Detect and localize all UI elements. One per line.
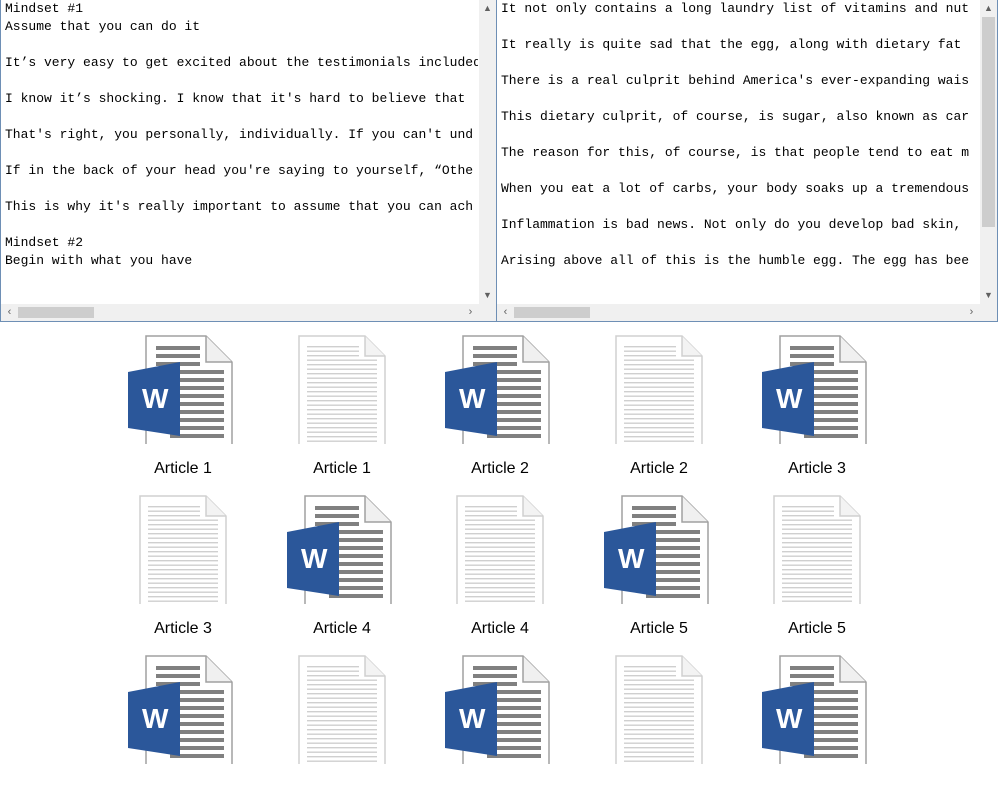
text-line bbox=[5, 216, 478, 234]
right-notepad-window[interactable]: It not only contains a long laundry list… bbox=[497, 0, 998, 322]
file-name-label: Article 3 bbox=[788, 460, 846, 477]
text-line bbox=[501, 54, 979, 72]
file-name-label: Article 5 bbox=[788, 620, 846, 637]
word-document-file[interactable]: W bbox=[118, 644, 248, 794]
text-line: The reason for this, of course, is that … bbox=[501, 145, 970, 160]
scroll-up-icon[interactable]: ▲ bbox=[980, 0, 997, 17]
text-line: Begin with what you have bbox=[5, 253, 193, 268]
text-line bbox=[5, 108, 478, 126]
file-explorer-view[interactable]: W Article 1 Article 1 W Article 2 Article 2 W A… bbox=[0, 322, 998, 764]
text-document-file[interactable]: Article 2 bbox=[594, 324, 724, 477]
text-line bbox=[5, 36, 478, 54]
text-line: Mindset #2 bbox=[5, 235, 84, 250]
scroll-right-icon[interactable]: › bbox=[462, 304, 479, 321]
text-line: This is why it's really important to ass… bbox=[5, 199, 474, 214]
text-line: Inflammation is bad news. Not only do yo… bbox=[501, 217, 962, 232]
text-line bbox=[501, 162, 979, 180]
text-line: Arising above all of this is the humble … bbox=[501, 253, 970, 268]
scroll-right-icon[interactable]: › bbox=[963, 304, 980, 321]
word-document-file[interactable]: W Article 1 bbox=[118, 324, 248, 477]
text-line bbox=[5, 180, 478, 198]
scroll-down-icon[interactable]: ▼ bbox=[980, 287, 997, 304]
word-badge-letter: W bbox=[618, 543, 645, 574]
file-name-label: Article 4 bbox=[471, 620, 529, 637]
scroll-up-icon[interactable]: ▲ bbox=[479, 0, 496, 17]
left-notepad-text[interactable]: Mindset #1 Assume that you can do it It’s … bbox=[5, 0, 478, 303]
text-line: If in the back of your head you're sayin… bbox=[5, 163, 474, 178]
left-horizontal-scrollbar[interactable]: ‹ › bbox=[1, 304, 479, 321]
word-badge-letter: W bbox=[301, 543, 328, 574]
text-document-file[interactable]: Article 4 bbox=[435, 484, 565, 637]
file-name-label: Article 4 bbox=[313, 620, 371, 637]
text-line: It not only contains a long laundry list… bbox=[501, 1, 970, 16]
right-vertical-scrollbar[interactable]: ▲ ▼ bbox=[980, 0, 997, 304]
scroll-left-icon[interactable]: ‹ bbox=[497, 304, 514, 321]
file-name-label: Article 1 bbox=[313, 460, 371, 477]
text-line bbox=[501, 90, 979, 108]
text-line bbox=[5, 144, 478, 162]
word-badge-letter: W bbox=[142, 383, 169, 414]
text-document-file[interactable]: Article 3 bbox=[118, 484, 248, 637]
text-line bbox=[501, 18, 979, 36]
text-document-file[interactable] bbox=[594, 644, 724, 794]
scroll-left-icon[interactable]: ‹ bbox=[1, 304, 18, 321]
word-badge-letter: W bbox=[776, 703, 803, 734]
word-document-file[interactable]: W Article 5 bbox=[594, 484, 724, 637]
file-name-label: Article 1 bbox=[154, 460, 212, 477]
file-name-label: Article 2 bbox=[471, 460, 529, 477]
word-badge-letter: W bbox=[459, 383, 486, 414]
text-line: When you eat a lot of carbs, your body s… bbox=[501, 181, 970, 196]
word-badge-letter: W bbox=[142, 703, 169, 734]
word-document-file[interactable]: W Article 4 bbox=[277, 484, 407, 637]
text-line: Mindset #1 bbox=[5, 1, 84, 16]
file-name-label: Article 5 bbox=[630, 620, 688, 637]
text-line bbox=[501, 198, 979, 216]
text-document-file[interactable]: Article 1 bbox=[277, 324, 407, 477]
word-document-file[interactable]: W bbox=[435, 644, 565, 794]
right-notepad-text[interactable]: It not only contains a long laundry list… bbox=[501, 0, 979, 303]
right-vertical-thumb[interactable] bbox=[982, 17, 995, 227]
text-document-file[interactable]: Article 5 bbox=[752, 484, 882, 637]
text-line: I know it’s shocking. I know that it's h… bbox=[5, 91, 466, 106]
text-line: There is a real culprit behind America's… bbox=[501, 73, 970, 88]
left-notepad-window[interactable]: Mindset #1 Assume that you can do it It’s … bbox=[0, 0, 497, 322]
text-line: It really is quite sad that the egg, alo… bbox=[501, 37, 962, 52]
text-line: It’s very easy to get excited about the … bbox=[5, 55, 478, 70]
text-line bbox=[5, 72, 478, 90]
word-document-file[interactable]: W bbox=[752, 644, 882, 794]
left-vertical-scrollbar[interactable]: ▲ ▼ bbox=[479, 0, 496, 304]
text-document-file[interactable] bbox=[277, 644, 407, 794]
scroll-down-icon[interactable]: ▼ bbox=[479, 287, 496, 304]
text-line: Assume that you can do it bbox=[5, 19, 201, 34]
text-line: That's right, you personally, individual… bbox=[5, 127, 474, 142]
right-horizontal-scrollbar[interactable]: ‹ › bbox=[497, 304, 980, 321]
left-horizontal-thumb[interactable] bbox=[18, 307, 94, 318]
word-badge-letter: W bbox=[459, 703, 486, 734]
word-document-file[interactable]: W Article 3 bbox=[752, 324, 882, 477]
file-name-label: Article 3 bbox=[154, 620, 212, 637]
file-name-label: Article 2 bbox=[630, 460, 688, 477]
scrollbar-corner bbox=[479, 304, 496, 321]
word-badge-letter: W bbox=[776, 383, 803, 414]
text-line bbox=[501, 126, 979, 144]
scrollbar-corner bbox=[980, 304, 997, 321]
text-line: This dietary culprit, of course, is suga… bbox=[501, 109, 970, 124]
text-line bbox=[501, 234, 979, 252]
right-horizontal-thumb[interactable] bbox=[514, 307, 590, 318]
word-document-file[interactable]: W Article 2 bbox=[435, 324, 565, 477]
